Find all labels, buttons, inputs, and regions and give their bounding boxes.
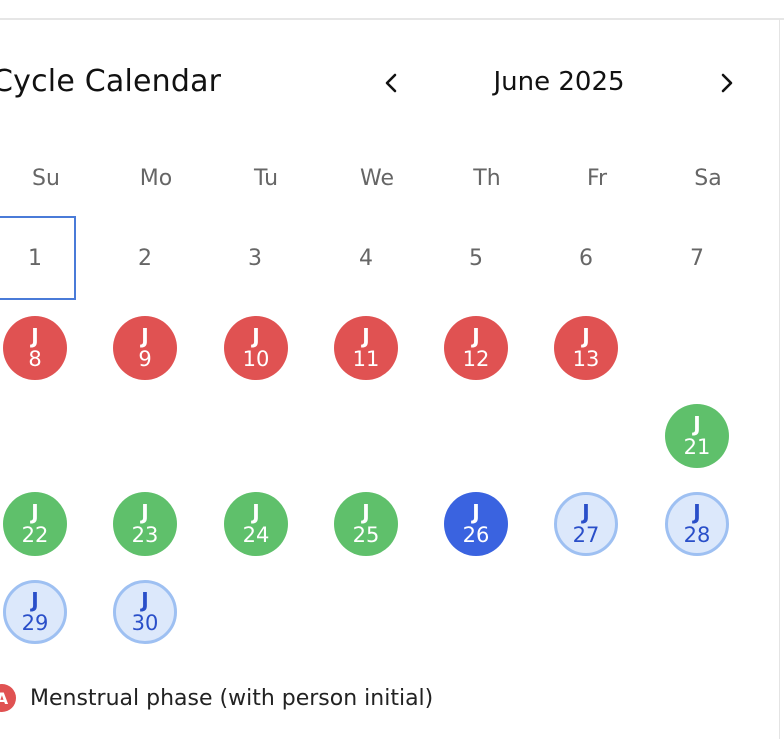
day-number: 25 — [352, 523, 380, 547]
day-cell-13[interactable]: J 13 — [554, 316, 618, 380]
day-cell-11[interactable]: J 11 — [334, 316, 398, 380]
previous-month-button[interactable] — [374, 66, 408, 100]
person-initial: J — [141, 324, 149, 348]
weekday-thursday: Th — [473, 166, 501, 191]
weekday-monday: Mo — [139, 166, 173, 191]
cycle-calendar-panel — [0, 19, 780, 739]
person-initial: J — [693, 500, 701, 524]
day-cell-27[interactable]: J 27 — [554, 492, 618, 556]
person-initial: J — [141, 588, 149, 612]
day-number: 24 — [242, 523, 270, 547]
day-cell-29[interactable]: J 29 — [3, 580, 67, 644]
day-number: 28 — [683, 523, 711, 547]
day-cell-6[interactable]: 6 — [546, 246, 626, 271]
person-initial: J — [472, 500, 480, 524]
day-cell-28[interactable]: J 28 — [665, 492, 729, 556]
day-cell-24[interactable]: J 24 — [224, 492, 288, 556]
day-cell-1[interactable]: 1 — [0, 246, 75, 271]
day-number: 10 — [242, 347, 270, 371]
day-cell-23[interactable]: J 23 — [113, 492, 177, 556]
day-cell-25[interactable]: J 25 — [334, 492, 398, 556]
calendar-title: Cycle Calendar — [0, 64, 222, 99]
day-number: 9 — [138, 347, 152, 371]
weekday-tuesday: Tu — [253, 166, 279, 191]
day-number: 22 — [21, 523, 49, 547]
month-label: June 2025 — [493, 67, 625, 97]
person-initial: J — [252, 324, 260, 348]
day-number: 23 — [131, 523, 159, 547]
day-cell-22[interactable]: J 22 — [3, 492, 67, 556]
legend-menstrual: A Menstrual phase (with person initial) — [0, 684, 433, 712]
day-number: 30 — [131, 611, 159, 635]
next-month-button[interactable] — [710, 66, 744, 100]
weekday-friday: Fr — [586, 166, 608, 191]
day-cell-26[interactable]: J 26 — [444, 492, 508, 556]
day-cell-9[interactable]: J 9 — [113, 316, 177, 380]
day-cell-5[interactable]: 5 — [436, 246, 516, 271]
person-initial: J — [582, 324, 590, 348]
chevron-right-icon — [721, 73, 733, 93]
person-initial: J — [472, 324, 480, 348]
day-cell-12[interactable]: J 12 — [444, 316, 508, 380]
person-initial: J — [362, 500, 370, 524]
person-initial: J — [31, 588, 39, 612]
chevron-left-icon — [385, 73, 397, 93]
day-number: 26 — [462, 523, 490, 547]
day-cell-8[interactable]: J 8 — [3, 316, 67, 380]
person-initial: J — [362, 324, 370, 348]
person-initial: J — [31, 500, 39, 524]
day-number: 8 — [28, 347, 42, 371]
day-cell-2[interactable]: 2 — [105, 246, 185, 271]
day-cell-10[interactable]: J 10 — [224, 316, 288, 380]
day-number: 11 — [352, 347, 380, 371]
person-initial: J — [582, 500, 590, 524]
day-cell-3[interactable]: 3 — [215, 246, 295, 271]
day-number: 21 — [683, 435, 711, 459]
person-initial: J — [693, 412, 701, 436]
person-initial: J — [252, 500, 260, 524]
day-cell-30[interactable]: J 30 — [113, 580, 177, 644]
day-cell-4[interactable]: 4 — [326, 246, 406, 271]
day-number: 13 — [572, 347, 600, 371]
day-cell-7[interactable]: 7 — [657, 246, 737, 271]
weekday-saturday: Sa — [694, 166, 722, 191]
day-number: 12 — [462, 347, 490, 371]
day-cell-21[interactable]: J 21 — [665, 404, 729, 468]
person-initial: J — [141, 500, 149, 524]
day-number: 27 — [572, 523, 600, 547]
person-initial: J — [31, 324, 39, 348]
weekday-wednesday: We — [360, 166, 394, 191]
legend-badge: A — [0, 684, 16, 712]
legend-label: Menstrual phase (with person initial) — [30, 685, 434, 711]
day-number: 29 — [21, 611, 49, 635]
weekday-sunday: Su — [32, 166, 60, 191]
